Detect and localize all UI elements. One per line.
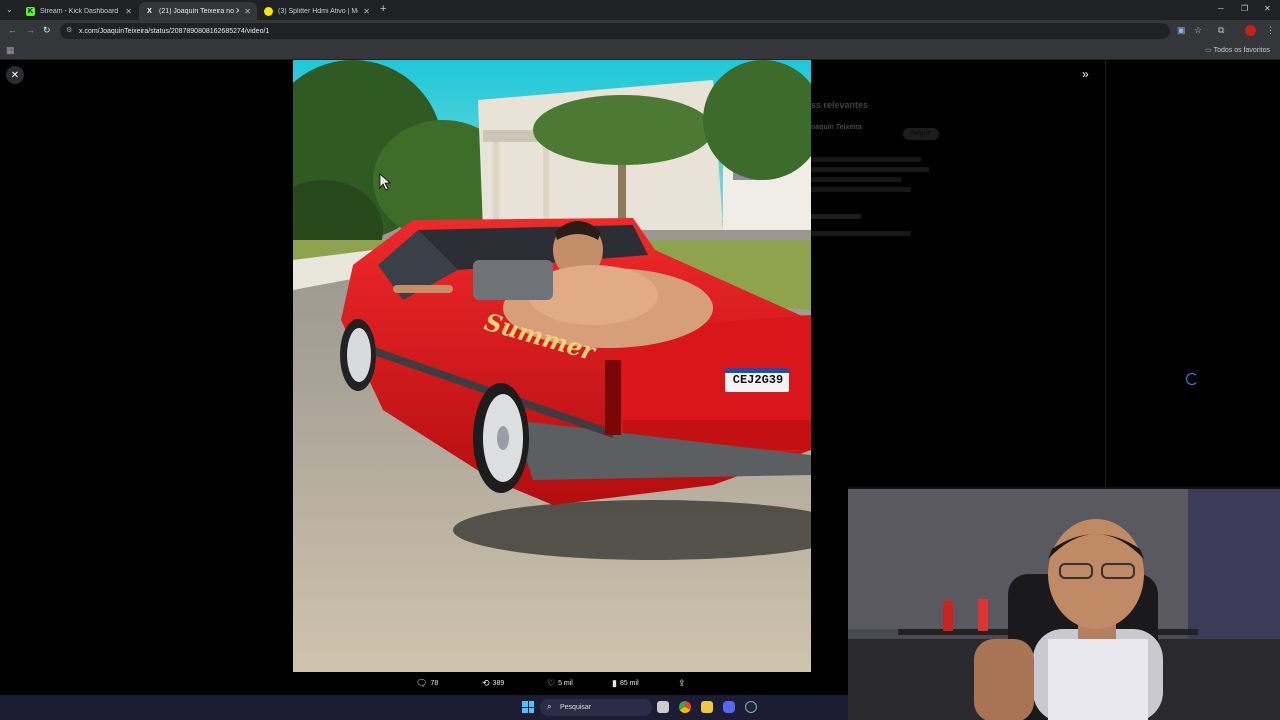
ghost-follow: Seguir: [903, 128, 939, 140]
post-actions-bar: 🗨 78 ⟲ 389 ♡ 5 mil ▮ 85 mil ⇪: [400, 676, 700, 692]
webcam-frame: [848, 489, 1280, 720]
webcam-overlay: [848, 487, 1280, 720]
folder-icon: ▭: [1205, 47, 1212, 54]
url-text: x.com/JoaquinTeixeira/status/20878908081…: [79, 27, 270, 35]
expand-icon: »: [1082, 67, 1089, 81]
ghost-heading: ss relevantes: [811, 100, 869, 110]
tab-x-post[interactable]: X (21) Joaquín Teixeira no X: "Mi ✕: [139, 2, 257, 20]
tab-title: (3) Splitter Hdmi Ativo | Mercado: [278, 7, 358, 15]
taskbar-search[interactable]: ⌕ Pesquisar: [540, 699, 652, 716]
tab-close-icon[interactable]: ✕: [363, 7, 370, 16]
like-count: 5 mil: [558, 680, 573, 687]
kick-icon: K: [26, 6, 35, 16]
os-taskbar: ⌕ Pesquisar: [0, 695, 848, 720]
mercadolivre-icon: [264, 6, 273, 16]
reply-button[interactable]: 🗨 78: [416, 678, 438, 689]
reply-count: 78: [430, 680, 439, 687]
tab-kick-dashboard[interactable]: K Stream - Kick Dashboard ✕: [20, 2, 138, 20]
taskbar-search-placeholder: Pesquisar: [560, 704, 592, 711]
tab-title: Stream - Kick Dashboard: [40, 7, 119, 15]
video-player[interactable]: Summer CEJ2G39: [293, 60, 811, 672]
views-count: 85 mil: [619, 680, 639, 687]
all-bookmarks-button[interactable]: ▭ Todos os favoritos: [1205, 46, 1270, 54]
expand-sidebar-button[interactable]: »: [1082, 67, 1089, 81]
heart-icon: ♡: [547, 678, 556, 688]
apps-grid-icon[interactable]: ▦: [6, 45, 15, 56]
license-plate-text: CEJ2G39: [732, 373, 784, 387]
repost-icon: ⟲: [482, 678, 490, 688]
close-icon: ✕: [10, 69, 20, 81]
bookmark-star-icon[interactable]: ☆: [1194, 25, 1202, 36]
tab-strip: ⌄ K Stream - Kick Dashboard ✕ X (21) Joa…: [0, 0, 1280, 20]
browser-toolbar: ← → ↻ ⚙ x.com/JoaquinTeixeira/status/208…: [0, 20, 1280, 42]
search-icon: ⌕: [547, 702, 552, 711]
chrome-icon[interactable]: [679, 701, 691, 713]
window-close-icon[interactable]: ✕: [1264, 4, 1271, 13]
share-button[interactable]: ⇪: [678, 678, 686, 689]
task-view-icon[interactable]: [657, 701, 669, 713]
tab-mercado-livre[interactable]: (3) Splitter Hdmi Ativo | Mercado ✕: [258, 2, 376, 20]
extensions-icon[interactable]: ⧉: [1218, 25, 1224, 36]
repost-count: 389: [492, 680, 505, 687]
like-button[interactable]: ♡ 5 mil: [547, 678, 573, 689]
views-button[interactable]: ▮ 85 mil: [612, 678, 639, 689]
discord-icon[interactable]: [723, 701, 735, 713]
reply-icon: 🗨: [416, 678, 428, 688]
tab-search-icon[interactable]: ⌄: [6, 5, 13, 14]
address-bar[interactable]: ⚙ x.com/JoaquinTeixeira/status/208789080…: [60, 23, 1170, 39]
restore-icon[interactable]: ❐: [1241, 4, 1248, 13]
new-tab-button[interactable]: +: [380, 3, 386, 15]
reload-icon[interactable]: ↻: [43, 25, 51, 36]
post-sidebar: [1105, 60, 1280, 490]
tab-close-icon[interactable]: ✕: [244, 7, 251, 16]
site-info-icon[interactable]: ⚙: [66, 26, 72, 34]
sidebar-ghost-content: ss relevantes oaquín Teixeira Seguir: [811, 88, 951, 358]
views-icon: ▮: [612, 678, 617, 688]
video-frame: [293, 60, 811, 672]
back-icon[interactable]: ←: [8, 25, 17, 35]
translate-icon[interactable]: ▣: [1177, 25, 1186, 36]
menu-kebab-icon[interactable]: ⋮: [1266, 25, 1275, 36]
windows-start-icon[interactable]: [522, 701, 534, 713]
close-viewer-button[interactable]: ✕: [6, 66, 24, 84]
forward-icon[interactable]: →: [26, 25, 35, 35]
steam-icon[interactable]: [745, 701, 757, 713]
minimize-icon[interactable]: ─: [1218, 4, 1224, 13]
tab-title: (21) Joaquín Teixeira no X: "Mi: [159, 7, 240, 15]
all-bookmarks-label: Todos os favoritos: [1213, 47, 1270, 54]
file-explorer-icon[interactable]: [701, 701, 713, 713]
profile-avatar[interactable]: [1245, 25, 1256, 36]
loading-spinner-icon: [1186, 373, 1198, 385]
share-icon: ⇪: [678, 678, 686, 688]
repost-button[interactable]: ⟲ 389: [482, 678, 504, 689]
tab-close-icon[interactable]: ✕: [125, 7, 132, 16]
bookmarks-bar: ▦ ▭ Todos os favoritos: [0, 42, 1280, 60]
x-logo-icon: X: [147, 7, 152, 15]
